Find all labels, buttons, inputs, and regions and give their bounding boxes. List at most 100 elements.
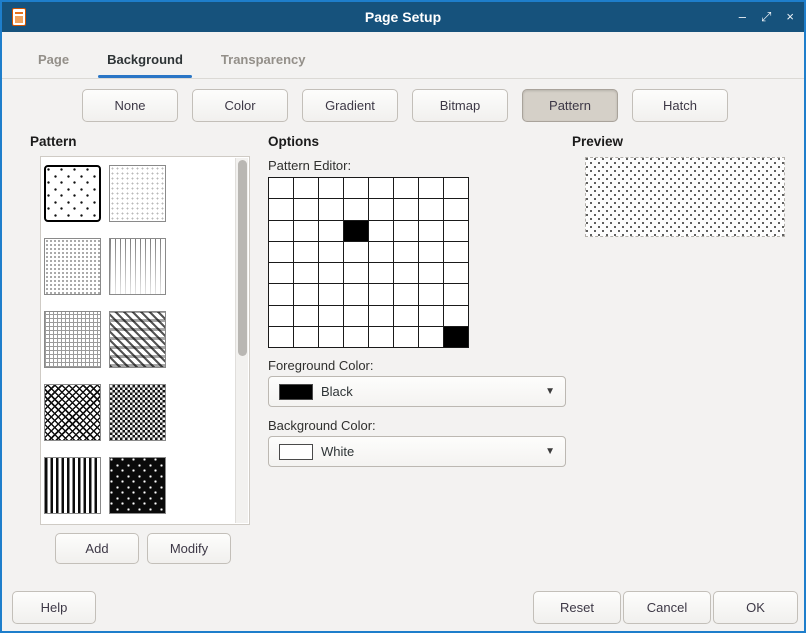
editor-cell-3-7[interactable] xyxy=(444,242,468,262)
scrollbar-thumb[interactable] xyxy=(238,160,247,356)
foreground-color-dropdown[interactable]: Black ▼ xyxy=(268,376,566,407)
editor-cell-1-5[interactable] xyxy=(394,199,418,219)
editor-cell-1-1[interactable] xyxy=(294,199,318,219)
editor-cell-6-5[interactable] xyxy=(394,306,418,326)
restore-icon[interactable]: ⤢ xyxy=(761,2,771,32)
pattern-swatch-dots-white-on-black[interactable] xyxy=(109,457,166,514)
close-icon[interactable]: × xyxy=(786,2,794,32)
editor-cell-7-0[interactable] xyxy=(269,327,293,347)
pattern-swatch-dots-fine[interactable] xyxy=(44,238,101,295)
editor-cell-2-1[interactable] xyxy=(294,221,318,241)
editor-cell-1-6[interactable] xyxy=(419,199,443,219)
editor-cell-3-4[interactable] xyxy=(369,242,393,262)
editor-cell-2-4[interactable] xyxy=(369,221,393,241)
editor-cell-7-7[interactable] xyxy=(444,327,468,347)
editor-cell-7-5[interactable] xyxy=(394,327,418,347)
pattern-list-scrollbar[interactable] xyxy=(235,158,248,523)
editor-cell-4-5[interactable] xyxy=(394,263,418,283)
editor-cell-0-1[interactable] xyxy=(294,178,318,198)
tab-background[interactable]: Background xyxy=(93,44,197,78)
editor-cell-2-0[interactable] xyxy=(269,221,293,241)
editor-cell-3-2[interactable] xyxy=(319,242,343,262)
window-title: Page Setup xyxy=(2,9,804,25)
reset-button[interactable]: Reset xyxy=(533,591,621,624)
pattern-swatch-checker-dense[interactable] xyxy=(109,384,166,441)
editor-cell-4-1[interactable] xyxy=(294,263,318,283)
editor-cell-5-1[interactable] xyxy=(294,284,318,304)
fill-type-none-button[interactable]: None xyxy=(82,89,178,122)
editor-cell-6-3[interactable] xyxy=(344,306,368,326)
fill-type-gradient-button[interactable]: Gradient xyxy=(302,89,398,122)
editor-cell-1-0[interactable] xyxy=(269,199,293,219)
editor-cell-6-2[interactable] xyxy=(319,306,343,326)
pattern-swatch-stripes-vertical-dark[interactable] xyxy=(44,457,101,514)
editor-cell-5-0[interactable] xyxy=(269,284,293,304)
editor-cell-5-7[interactable] xyxy=(444,284,468,304)
editor-cell-5-3[interactable] xyxy=(344,284,368,304)
tab-page[interactable]: Page xyxy=(24,44,83,78)
editor-cell-3-6[interactable] xyxy=(419,242,443,262)
fill-type-bitmap-button[interactable]: Bitmap xyxy=(412,89,508,122)
editor-cell-3-5[interactable] xyxy=(394,242,418,262)
editor-cell-4-7[interactable] xyxy=(444,263,468,283)
tab-bar: Page Background Transparency xyxy=(2,32,804,79)
editor-cell-4-2[interactable] xyxy=(319,263,343,283)
ok-button[interactable]: OK xyxy=(713,591,798,624)
editor-cell-4-4[interactable] xyxy=(369,263,393,283)
editor-cell-7-6[interactable] xyxy=(419,327,443,347)
editor-cell-6-0[interactable] xyxy=(269,306,293,326)
editor-cell-7-4[interactable] xyxy=(369,327,393,347)
add-button[interactable]: Add xyxy=(55,533,139,564)
editor-cell-4-3[interactable] xyxy=(344,263,368,283)
minimize-icon[interactable]: – xyxy=(739,2,746,32)
editor-cell-2-6[interactable] xyxy=(419,221,443,241)
help-button[interactable]: Help xyxy=(12,591,96,624)
editor-cell-2-3[interactable] xyxy=(344,221,368,241)
editor-cell-3-0[interactable] xyxy=(269,242,293,262)
editor-cell-2-5[interactable] xyxy=(394,221,418,241)
editor-cell-1-7[interactable] xyxy=(444,199,468,219)
pattern-swatch-grid-fine[interactable] xyxy=(44,311,101,368)
pattern-swatch-dots-sparse[interactable] xyxy=(44,165,101,222)
fill-type-hatch-button[interactable]: Hatch xyxy=(632,89,728,122)
editor-cell-6-7[interactable] xyxy=(444,306,468,326)
editor-cell-6-6[interactable] xyxy=(419,306,443,326)
fill-type-color-button[interactable]: Color xyxy=(192,89,288,122)
editor-cell-7-3[interactable] xyxy=(344,327,368,347)
editor-cell-2-2[interactable] xyxy=(319,221,343,241)
tab-transparency[interactable]: Transparency xyxy=(207,44,320,78)
editor-cell-3-1[interactable] xyxy=(294,242,318,262)
editor-cell-1-3[interactable] xyxy=(344,199,368,219)
pattern-swatch-crosshatch-dark[interactable] xyxy=(44,384,101,441)
editor-cell-3-3[interactable] xyxy=(344,242,368,262)
editor-cell-2-7[interactable] xyxy=(444,221,468,241)
pattern-swatch-diagonal-banded[interactable] xyxy=(109,311,166,368)
background-color-dropdown[interactable]: White ▼ xyxy=(268,436,566,467)
editor-cell-5-6[interactable] xyxy=(419,284,443,304)
editor-cell-0-0[interactable] xyxy=(269,178,293,198)
chevron-down-icon: ▼ xyxy=(545,386,555,397)
editor-cell-4-0[interactable] xyxy=(269,263,293,283)
foreground-color-label: Foreground Color: xyxy=(268,358,374,373)
modify-button[interactable]: Modify xyxy=(147,533,231,564)
editor-cell-0-5[interactable] xyxy=(394,178,418,198)
pattern-swatch-stripes-vertical-light[interactable] xyxy=(109,238,166,295)
editor-cell-7-1[interactable] xyxy=(294,327,318,347)
editor-cell-4-6[interactable] xyxy=(419,263,443,283)
editor-cell-6-1[interactable] xyxy=(294,306,318,326)
fill-type-pattern-button[interactable]: Pattern xyxy=(522,89,618,122)
editor-cell-1-2[interactable] xyxy=(319,199,343,219)
cancel-button[interactable]: Cancel xyxy=(623,591,711,624)
editor-cell-5-5[interactable] xyxy=(394,284,418,304)
editor-cell-0-2[interactable] xyxy=(319,178,343,198)
editor-cell-0-7[interactable] xyxy=(444,178,468,198)
editor-cell-0-3[interactable] xyxy=(344,178,368,198)
editor-cell-5-4[interactable] xyxy=(369,284,393,304)
editor-cell-1-4[interactable] xyxy=(369,199,393,219)
editor-cell-0-4[interactable] xyxy=(369,178,393,198)
pattern-swatch-dots-fine-light[interactable] xyxy=(109,165,166,222)
editor-cell-5-2[interactable] xyxy=(319,284,343,304)
editor-cell-6-4[interactable] xyxy=(369,306,393,326)
editor-cell-0-6[interactable] xyxy=(419,178,443,198)
editor-cell-7-2[interactable] xyxy=(319,327,343,347)
